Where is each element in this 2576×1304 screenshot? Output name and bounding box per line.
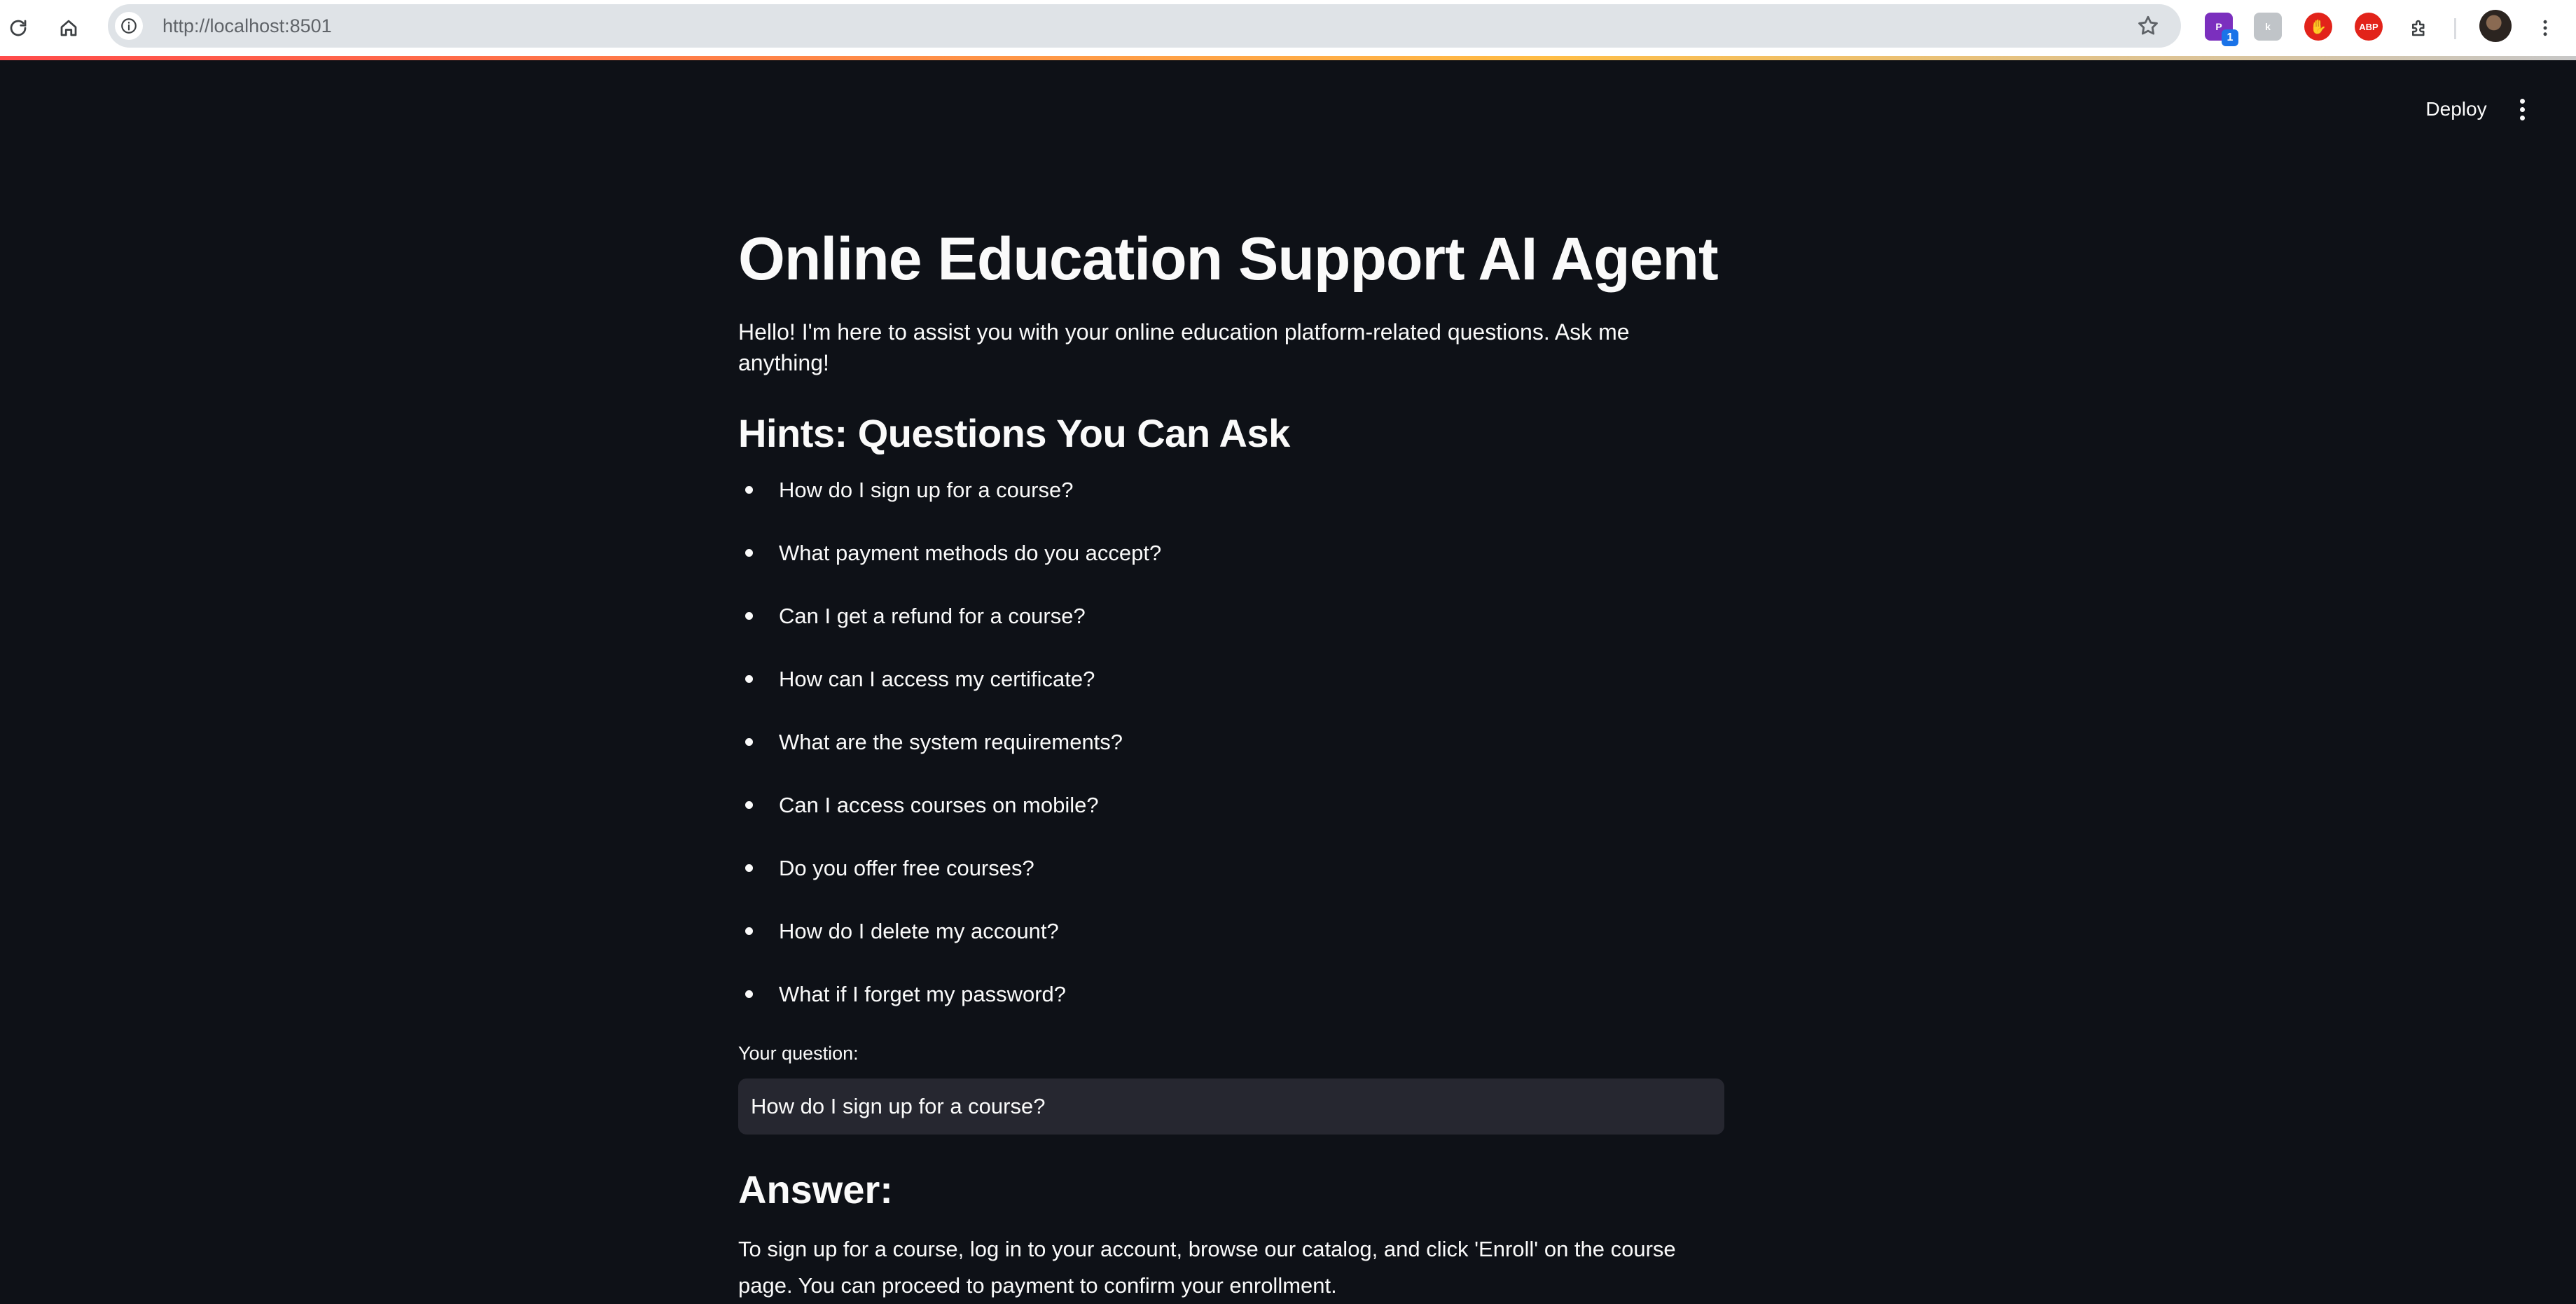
extension-purple-label: P [2215, 21, 2222, 32]
hint-item: How do I sign up for a course? [738, 475, 1726, 538]
browser-toolbar: http://localhost:8501 P 1 k ✋ ABP [0, 0, 2576, 56]
bullet-icon [745, 801, 753, 809]
hint-item: What if I forget my password? [738, 979, 1726, 1042]
bookmark-star-icon[interactable] [2136, 14, 2160, 38]
bullet-icon [745, 990, 753, 998]
question-input[interactable] [738, 1078, 1724, 1135]
site-info-icon[interactable] [115, 12, 143, 40]
hint-item: How can I access my certificate? [738, 664, 1726, 727]
extension-hand-icon[interactable]: ✋ [2304, 13, 2332, 41]
app-menu-icon[interactable] [2512, 95, 2533, 123]
answer-text: To sign up for a course, log in to your … [738, 1237, 1676, 1298]
intro-text: Hello! I'm here to assist you with your … [738, 319, 1630, 375]
main-content: Online Education Support AI Agent Hello!… [738, 217, 1726, 1304]
bullet-icon [745, 927, 753, 935]
hint-text: What are the system requirements? [779, 730, 1123, 754]
page-title: Online Education Support AI Agent [738, 226, 1719, 293]
question-label: Your question: [738, 1043, 859, 1064]
hint-item: What are the system requirements? [738, 727, 1726, 790]
hint-text: What payment methods do you accept? [779, 541, 1162, 565]
hint-item: Can I get a refund for a course? [738, 601, 1726, 664]
bullet-icon [745, 675, 753, 683]
hint-item: Can I access courses on mobile? [738, 790, 1726, 853]
bullet-icon [745, 612, 753, 620]
browser-menu-icon[interactable] [2528, 11, 2562, 45]
bullet-icon [745, 486, 753, 494]
extension-gray-icon[interactable]: k [2254, 13, 2282, 41]
hints-list: How do I sign up for a course? What paym… [738, 475, 1726, 1042]
hint-text: Can I access courses on mobile? [779, 793, 1099, 817]
bullet-icon [745, 864, 753, 872]
deploy-button[interactable]: Deploy [2411, 95, 2502, 123]
hint-text: How do I sign up for a course? [779, 478, 1074, 502]
adblock-label: ABP [2359, 21, 2378, 32]
url-text[interactable]: http://localhost:8501 [162, 15, 332, 37]
answer-heading: Answer: [738, 1167, 893, 1212]
hint-text: How do I delete my account? [779, 919, 1059, 943]
address-bar[interactable]: http://localhost:8501 [108, 4, 2181, 48]
bullet-icon [745, 738, 753, 746]
hint-item: Do you offer free courses? [738, 853, 1726, 916]
adblock-icon[interactable]: ABP [2355, 13, 2383, 41]
profile-avatar[interactable] [2479, 10, 2512, 42]
hint-item: How do I delete my account? [738, 916, 1726, 979]
hint-text: Can I get a refund for a course? [779, 604, 1086, 628]
hint-text: Do you offer free courses? [779, 856, 1034, 880]
hint-text: How can I access my certificate? [779, 667, 1095, 691]
hints-heading: Hints: Questions You Can Ask [738, 411, 1290, 455]
extension-purple-icon[interactable]: P 1 [2205, 13, 2238, 46]
hint-text: What if I forget my password? [779, 982, 1067, 1006]
extension-badge: 1 [2222, 29, 2238, 46]
extension-hand-label: ✋ [2309, 19, 2327, 35]
hint-item: What payment methods do you accept? [738, 538, 1726, 601]
extensions-puzzle-icon[interactable] [2402, 11, 2436, 45]
extension-gray-label: k [2265, 21, 2271, 32]
home-icon[interactable] [52, 11, 85, 45]
toolbar-divider [2454, 18, 2456, 39]
bullet-icon [745, 549, 753, 557]
app-decoration-bar [0, 56, 2576, 60]
reload-icon[interactable] [1, 11, 35, 45]
